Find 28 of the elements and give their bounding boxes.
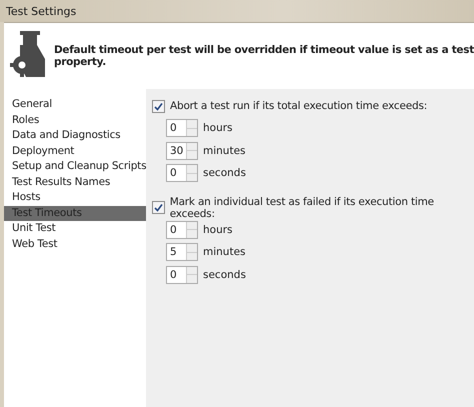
unit-label: minutes [203,144,246,157]
checkbox[interactable] [152,201,165,214]
unit-label: seconds [203,167,246,180]
spin-field[interactable]: 30 [166,142,198,160]
unit-label: seconds [203,268,246,281]
sidebar-item[interactable]: Roles [4,112,146,128]
spin-field[interactable]: 0 [166,119,198,138]
spin-field[interactable]: 0 [166,220,198,239]
checkbox-label: Abort a test run if its total execution time exceeds: [170,100,428,112]
sidebar-item[interactable]: Test Results Names [4,174,146,190]
checkbox-label: Mark an individual test as failed if its execution time exceeds: [170,196,435,220]
sidebar-item[interactable]: Deployment [4,144,146,159]
unit-label: hours [203,122,233,134]
sidebar-item[interactable]: Data and Diagnostics [4,128,146,144]
spin-field[interactable]: 0 [166,266,198,284]
sidebar-item[interactable]: Web Test [4,236,146,252]
unit-label: hours [203,224,233,236]
sidebar-item[interactable]: Setup and Cleanup Scripts [4,159,146,174]
window-title: Test Settings [6,4,76,18]
spin-field[interactable]: 0 [166,164,198,182]
header-message: Default timeout per test will be overridden if timeout value is set as a test property. [54,44,474,68]
sidebar-item[interactable]: General [4,97,146,112]
sidebar-item[interactable]: Hosts [4,190,146,206]
checkbox[interactable] [152,100,165,112]
flask-gear-icon [10,31,46,77]
unit-label: minutes [203,246,246,258]
sidebar-item[interactable]: Unit Test [4,221,146,236]
spin-field[interactable]: 5 [166,243,198,262]
